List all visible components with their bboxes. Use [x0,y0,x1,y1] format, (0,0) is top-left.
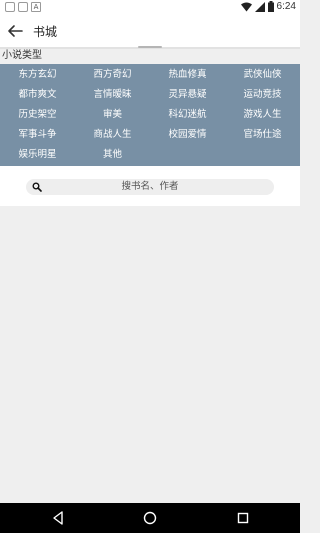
status-indicators: 6:24 [240,1,296,12]
a-notification-icon: A [31,2,41,12]
nav-home-icon[interactable] [142,510,158,526]
content-area [0,206,300,503]
battery-icon [267,1,274,12]
category-item[interactable]: 历史架空 [0,105,75,125]
category-item[interactable]: 都市爽文 [0,85,75,105]
category-item[interactable]: 言情暧昧 [75,85,150,105]
category-item[interactable]: 校园爱情 [150,125,225,145]
page-title: 书城 [33,25,58,39]
wifi-icon [240,2,252,11]
category-item[interactable]: 官场仕途 [225,125,300,145]
category-item[interactable]: 热血修真 [150,65,225,85]
status-notifications: A [5,2,41,12]
nav-recent-icon[interactable] [235,510,251,526]
signal-icon [254,1,265,12]
back-arrow-icon[interactable] [6,22,24,40]
category-section-label: 小说类型 [2,50,42,61]
category-item[interactable]: 西方奇幻 [75,65,150,85]
category-item[interactable]: 其他 [75,145,150,165]
notification-icon [5,2,15,12]
category-item[interactable]: 审美 [75,105,150,125]
category-item[interactable]: 灵异悬疑 [150,85,225,105]
nav-back-icon[interactable] [50,510,66,526]
category-item[interactable]: 商战人生 [75,125,150,145]
notification-icon [18,2,28,12]
category-item[interactable]: 武侠仙侠 [225,65,300,85]
category-item[interactable]: 东方玄幻 [0,65,75,85]
search-area: 搜书名、作者 [0,166,300,206]
status-bar: A 6:24 [0,0,300,15]
category-grid: 东方玄幻 西方奇幻 热血修真 武侠仙侠 都市爽文 言情暧昧 灵异悬疑 运动竞技 … [0,64,300,166]
app-bar: 书城 [0,15,300,47]
search-icon [32,182,42,192]
search-input[interactable]: 搜书名、作者 [26,179,274,195]
category-item[interactable]: 军事斗争 [0,125,75,145]
category-item[interactable]: 运动竞技 [225,85,300,105]
drag-handle[interactable] [138,46,162,48]
category-item[interactable]: 游戏人生 [225,105,300,125]
category-item[interactable]: 科幻迷航 [150,105,225,125]
category-item[interactable]: 娱乐明星 [0,145,75,165]
search-placeholder: 搜书名、作者 [121,181,179,192]
status-time: 6:24 [276,1,296,12]
system-nav-bar [0,503,300,533]
